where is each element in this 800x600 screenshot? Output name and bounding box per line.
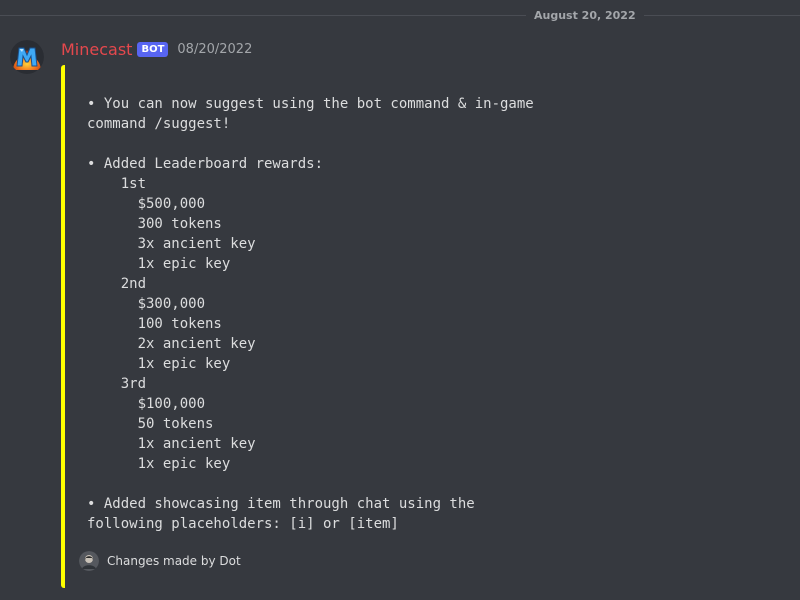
description-line: 100 tokens [87,316,222,332]
description-line: 2x ancient key [87,336,256,352]
description-line: 3rd [87,376,147,392]
description-line: 300 tokens [87,216,222,232]
embed-description: • You can now suggest using the bot comm… [87,94,534,534]
embed-footer: Changes made by Dot [79,550,241,572]
description-line: • Added Leaderboard rewards: [87,156,324,172]
description-line: $100,000 [87,396,206,412]
description-line: 2nd [87,276,147,292]
description-line: 1st [87,176,147,192]
minecast-logo-icon[interactable] [10,40,44,74]
user-avatar-icon [79,551,99,571]
description-line: following placeholders: [i] or [item] [87,516,399,532]
description-line [87,474,534,494]
description-line [87,134,534,154]
description-line: $300,000 [87,296,206,312]
description-line: command /suggest! [87,116,231,132]
description-line: 1x epic key [87,356,231,372]
username[interactable]: Minecast [61,40,132,59]
divider-line [0,15,800,16]
description-line: 1x epic key [87,256,231,272]
description-line: 3x ancient key [87,236,256,252]
message-header: Minecast BOT 08/20/2022 [61,38,252,60]
description-line: • Added showcasing item through chat usi… [87,496,475,512]
description-line: • You can now suggest using the bot comm… [87,96,534,112]
description-line: 50 tokens [87,416,214,432]
footer-text: Changes made by Dot [107,554,241,568]
description-line: $500,000 [87,196,206,212]
description-line: 1x epic key [87,456,231,472]
message-timestamp: 08/20/2022 [177,41,253,57]
description-line: 1x ancient key [87,436,256,452]
bot-badge: BOT [137,41,169,57]
date-label: August 20, 2022 [526,8,644,24]
